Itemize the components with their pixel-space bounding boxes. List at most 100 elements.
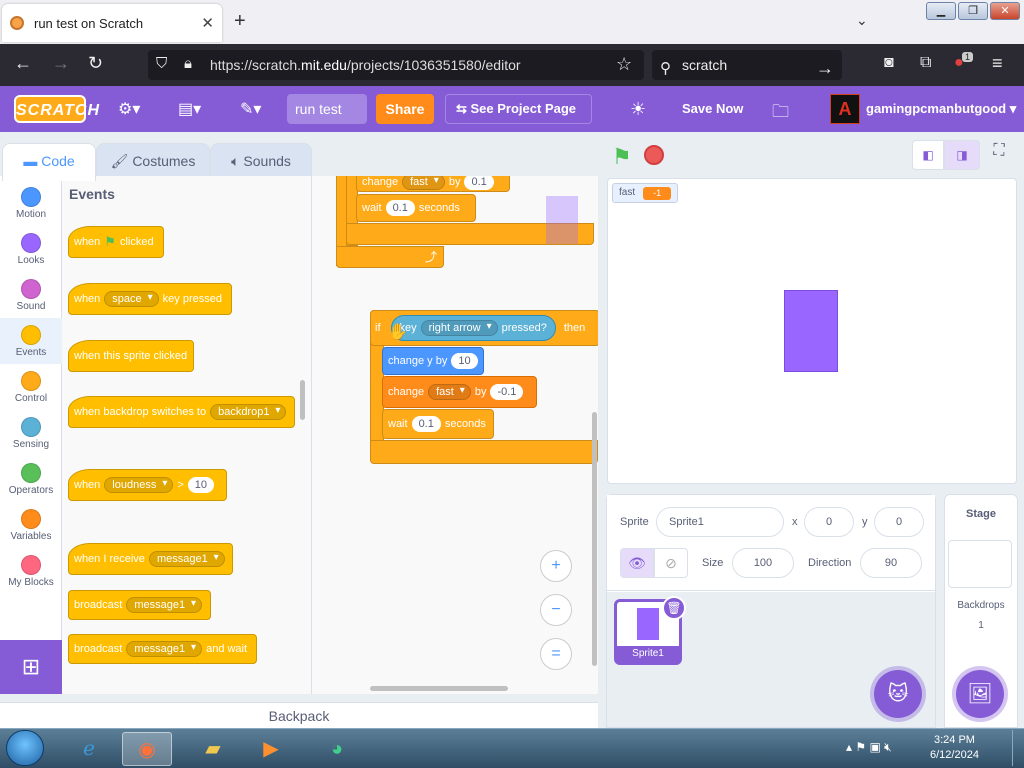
forward-arrow-icon[interactable]: → [52, 53, 70, 74]
edit-pencil-icon[interactable]: ✎▾ [240, 99, 261, 119]
category-motion[interactable]: Motion [0, 180, 62, 226]
firefox-icon[interactable]: ◉ [122, 732, 172, 766]
stop-sign-icon[interactable] [644, 145, 664, 165]
if-block-bottom[interactable] [370, 440, 598, 464]
block-broadcast[interactable]: broadcast message1 [68, 590, 211, 620]
script-wait[interactable]: wait 0.1 seconds [382, 409, 494, 439]
new-tab-icon[interactable]: + [234, 10, 246, 33]
variable-monitor-fast[interactable]: fast -1 [612, 183, 679, 203]
key-dropdown[interactable]: space [104, 291, 159, 307]
address-bar[interactable]: ⛉ 🔒︎ https://scratch.mit.edu/projects/10… [148, 50, 644, 80]
tutorials-lightbulb-icon[interactable]: ☀ [630, 99, 646, 120]
tab-list-chevron-icon[interactable]: ⌄ [856, 12, 868, 29]
bookmark-star-icon[interactable]: ☆ [616, 54, 632, 75]
add-extension-button[interactable]: ⊞ [0, 640, 62, 694]
minimize-window-icon[interactable]: ▁ [926, 2, 956, 20]
category-sensing[interactable]: Sensing [0, 410, 62, 456]
fast-variable-dropdown[interactable]: fast [428, 384, 471, 400]
category-sound[interactable]: Sound [0, 272, 62, 318]
reload-icon[interactable]: ↻ [88, 53, 103, 74]
palette-scrollbar[interactable] [300, 380, 305, 420]
block-when-key-pressed[interactable]: whenspacekey pressed [68, 283, 232, 315]
top-fast-dropdown[interactable]: fast [402, 176, 445, 190]
message-dropdown[interactable]: message1 [148, 551, 225, 567]
choose-backdrop-image-icon[interactable]: 🖼︎ [956, 670, 1004, 718]
delete-sprite-trash-icon[interactable]: 🗑︎ [662, 596, 686, 620]
backdrop-dropdown[interactable]: backdrop1 [210, 404, 287, 420]
large-stage-icon[interactable]: ◨ [944, 140, 980, 170]
category-control[interactable]: Control [0, 364, 62, 410]
code-workspace[interactable]: changefastby0.1 wait0.1seconds ⤴ if keyr… [312, 176, 598, 694]
extensions-puzzle-icon[interactable]: ⧉ [920, 54, 931, 72]
backpack-bar[interactable]: Backpack [0, 702, 598, 728]
script-wait-top[interactable]: wait 0.1 seconds [356, 194, 476, 222]
username-menu[interactable]: gamingpcmanbutgood ▾ [866, 101, 1016, 117]
search-box[interactable]: ⚲ scratch → [652, 50, 842, 80]
hide-sprite-eye-slash-icon[interactable]: ⊘ [654, 548, 688, 578]
project-title-input[interactable]: run test [287, 94, 367, 124]
zoom-out-button[interactable]: − [540, 594, 572, 626]
green-flag-icon[interactable]: ⚑ [612, 144, 632, 170]
start-windows-icon[interactable] [6, 730, 44, 766]
fullscreen-icon[interactable]: ⛶ [986, 142, 1012, 168]
change-fast-value[interactable]: -0.1 [490, 384, 524, 400]
choose-sprite-cat-icon[interactable]: 🐱︎ [874, 670, 922, 718]
key-pressed-sensing-block[interactable]: keyright arrowpressed? [390, 315, 556, 341]
internet-explorer-icon[interactable]: ℯ [64, 732, 114, 766]
workspace-horizontal-scrollbar[interactable] [370, 686, 508, 691]
script-change-fast[interactable]: changefastby-0.1 [382, 376, 537, 408]
category-variables[interactable]: Variables [0, 502, 62, 548]
backdrop-thumbnail[interactable] [948, 540, 1012, 588]
media-player-icon[interactable]: ▶ [246, 732, 296, 766]
my-stuff-folder-icon[interactable]: 🗀 [772, 99, 789, 128]
direction-input[interactable]: 90 [860, 548, 922, 578]
top-change-value[interactable]: 0.1 [464, 176, 494, 190]
show-sprite-eye-icon[interactable]: 👁︎ [620, 548, 654, 578]
close-window-icon[interactable]: ✕ [990, 2, 1020, 20]
zoom-in-button[interactable]: + [540, 550, 572, 582]
show-desktop-button[interactable] [1012, 730, 1022, 766]
size-input[interactable]: 100 [732, 548, 794, 578]
stage-sprite[interactable] [784, 290, 838, 372]
block-when-loudness[interactable]: whenloudness>10 [68, 469, 227, 501]
hamburger-menu-icon[interactable]: ≡ [992, 53, 1003, 74]
loudness-value-input[interactable]: 10 [187, 477, 215, 493]
lock-icon[interactable]: 🔒︎ [184, 55, 192, 72]
broadcast-wait-message-dropdown[interactable]: message1 [126, 641, 203, 657]
small-stage-icon[interactable]: ◧ [912, 140, 944, 170]
scratch-logo[interactable]: SCRATCH [14, 95, 99, 123]
block-when-sprite-clicked[interactable]: when this sprite clicked [68, 340, 194, 372]
change-y-value[interactable]: 10 [451, 353, 478, 369]
app-globe-icon[interactable]: ◕ [312, 732, 362, 766]
wait-value[interactable]: 0.1 [411, 416, 441, 432]
close-tab-icon[interactable]: ✕ [201, 14, 214, 32]
category-events[interactable]: Events [0, 318, 62, 364]
category-operators[interactable]: Operators [0, 456, 62, 502]
restore-window-icon[interactable]: ❐ [958, 2, 988, 20]
tab-code[interactable]: ▬ Code [2, 143, 96, 181]
category-looks[interactable]: Looks [0, 226, 62, 272]
right-arrow-key-dropdown[interactable]: right arrow [420, 320, 498, 336]
user-avatar[interactable]: A [830, 94, 860, 124]
block-when-i-receive[interactable]: when I receive message1 [68, 543, 233, 575]
block-when-flag-clicked[interactable]: when ⚑ clicked [68, 226, 164, 258]
category-my-blocks[interactable]: My Blocks [0, 548, 62, 594]
tab-sounds[interactable]: 🔈︎ Sounds [210, 143, 312, 179]
script-change-fast-top[interactable]: changefastby0.1 [356, 176, 510, 192]
save-now-button[interactable]: Save Now [682, 101, 743, 116]
script-change-y[interactable]: change y by 10 [382, 347, 484, 375]
x-input[interactable]: 0 [804, 507, 854, 537]
share-button[interactable]: Share [376, 94, 434, 124]
y-input[interactable]: 0 [874, 507, 924, 537]
shield-icon[interactable]: ⛉ [156, 55, 167, 72]
browser-tab[interactable]: run test on Scratch ✕ [2, 4, 222, 42]
back-arrow-icon[interactable]: ← [14, 53, 32, 74]
top-wait-value[interactable]: 0.1 [385, 200, 415, 216]
settings-gear-icon[interactable]: ⚙▾ [118, 99, 140, 119]
system-tray-icons[interactable]: ▴ ⚑ ▣ 🔇︎ [846, 740, 892, 755]
block-broadcast-and-wait[interactable]: broadcastmessage1and wait [68, 634, 257, 664]
pocket-icon[interactable]: ◙ [884, 54, 894, 72]
broadcast-message-dropdown[interactable]: message1 [126, 597, 203, 613]
loop-block-bottom[interactable]: ⤴ [336, 246, 444, 268]
workspace-vertical-scrollbar[interactable] [592, 412, 597, 666]
